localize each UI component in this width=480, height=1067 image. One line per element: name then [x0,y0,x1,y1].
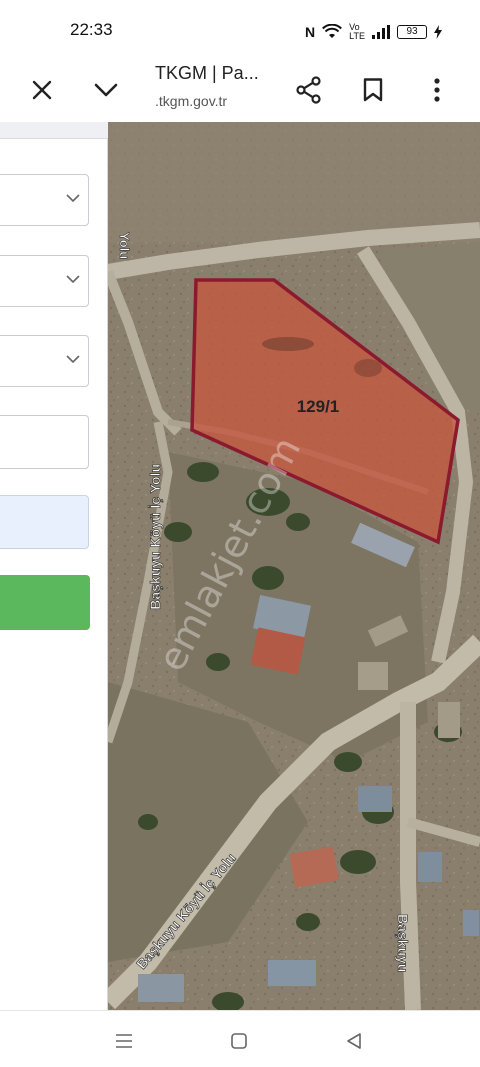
status-icons: N Vo LTE 93 [305,21,442,43]
close-button[interactable] [24,72,60,108]
building-blue-4 [138,974,184,1002]
neighborhood-select[interactable] [0,335,89,387]
bookmark-icon [363,78,383,102]
charging-icon [434,25,442,39]
parcel-shadow [354,359,382,377]
page-url: .tkgm.gov.tr [155,93,228,109]
volte-icon: Vo LTE [349,22,365,41]
menu-icon [116,1034,132,1048]
chevron-down-icon [66,194,80,203]
map-canvas[interactable]: 129/1 Yolu Başkuyu Köyü İç Yolu Başkuyu … [108,122,480,1010]
building-edge [463,910,479,936]
parcel-shadow [262,337,314,351]
parcel-label: 129/1 [297,397,340,416]
district-select[interactable] [0,255,89,307]
more-vert-icon [434,78,440,102]
system-nav-bar [0,1010,480,1067]
chevron-down-icon [94,83,118,97]
bookmark-button[interactable] [355,72,391,108]
page-title: TKGM | Pa... [155,63,259,83]
nfc-icon: N [305,24,316,40]
field-top [108,122,480,242]
collapse-button[interactable] [88,72,124,108]
road-label-west: Başkuyu Köyü İç Yolu [147,464,163,610]
panel-header [0,122,108,139]
parcel-number-input[interactable] [0,495,89,549]
province-select[interactable] [0,174,89,226]
query-button[interactable] [0,575,90,630]
building-shed-2 [438,702,460,738]
status-bar: 22:33 N Vo LTE 93 [0,0,480,60]
home-button[interactable] [226,1028,252,1054]
parcel-query-panel [0,122,108,1010]
status-time: 22:33 [70,20,113,39]
building-blue-2 [418,852,442,882]
wifi-icon [322,24,343,38]
building-blue [358,786,392,812]
more-options-button[interactable] [419,72,455,108]
signal-icon [372,25,390,39]
road-label-east: Başkuyu [395,914,411,972]
building-small [358,662,388,690]
back-button[interactable] [341,1028,367,1054]
close-icon [32,80,52,100]
share-button[interactable] [291,72,327,108]
web-content: 129/1 Yolu Başkuyu Köyü İç Yolu Başkuyu … [0,122,480,1010]
share-icon [296,76,321,104]
chevron-down-icon [66,275,80,284]
road-label-fragment: Yolu [117,232,132,259]
building-blue-3 [268,960,316,986]
recents-button[interactable] [111,1028,137,1054]
home-icon [231,1033,247,1049]
satellite-map[interactable]: 129/1 Yolu Başkuyu Köyü İç Yolu Başkuyu … [108,122,480,1010]
back-icon [347,1033,361,1049]
battery-indicator: 93 [397,25,427,39]
block-number-input[interactable] [0,415,89,469]
chevron-down-icon [66,355,80,364]
